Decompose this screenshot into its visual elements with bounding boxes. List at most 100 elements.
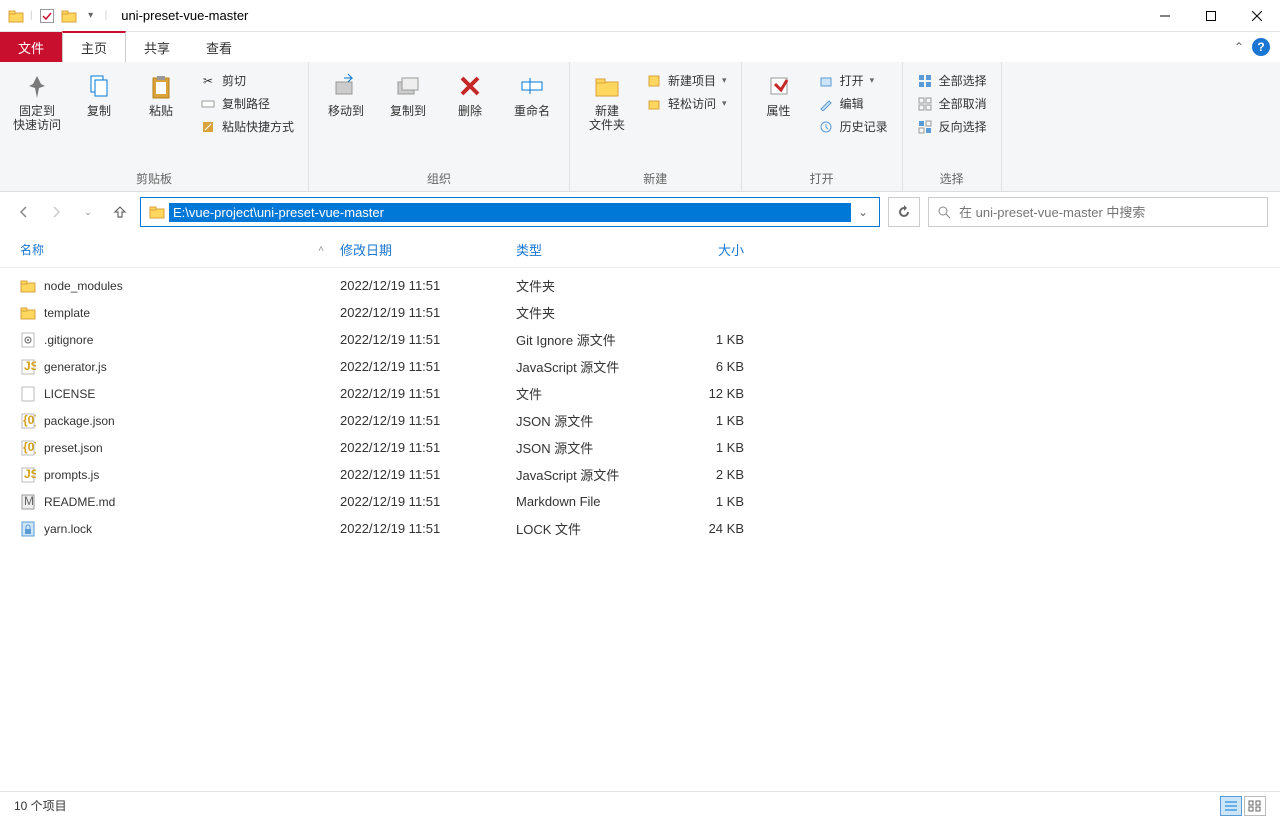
folder-qat-icon <box>8 8 24 24</box>
copy-icon <box>83 70 115 102</box>
copy-path-button[interactable]: 复制路径 <box>194 93 300 114</box>
js-icon: JS <box>20 359 36 375</box>
qat-dropdown-icon[interactable]: ▾ <box>83 8 99 24</box>
invert-button[interactable]: 反向选择 <box>911 116 993 137</box>
list-header: 名称˄ 修改日期 类型 大小 <box>0 232 1280 268</box>
minimize-button[interactable] <box>1142 0 1188 32</box>
addr-dropdown-icon[interactable]: ⌄ <box>851 205 875 219</box>
new-folder-button[interactable]: 新建 文件夹 <box>578 66 636 137</box>
file-row[interactable]: node_modules2022/12/19 11:51文件夹 <box>12 272 1268 299</box>
file-date: 2022/12/19 11:51 <box>332 386 508 401</box>
file-name: template <box>44 306 90 320</box>
folder-qat2-icon[interactable] <box>61 8 77 24</box>
qat-separator: | <box>30 10 33 21</box>
pin-button[interactable]: 固定到 快速访问 <box>8 66 66 137</box>
menu-share[interactable]: 共享 <box>126 32 188 62</box>
file-date: 2022/12/19 11:51 <box>332 494 508 509</box>
file-date: 2022/12/19 11:51 <box>332 332 508 347</box>
paste-shortcut-button[interactable]: 粘贴快捷方式 <box>194 116 300 137</box>
select-all-button[interactable]: 全部选择 <box>911 70 993 91</box>
paste-button[interactable]: 粘贴 <box>132 66 190 122</box>
select-none-icon <box>917 96 933 112</box>
col-name[interactable]: 名称˄ <box>12 241 332 258</box>
back-button[interactable] <box>12 200 36 224</box>
close-button[interactable] <box>1234 0 1280 32</box>
col-type[interactable]: 类型 <box>508 240 656 259</box>
group-clipboard: 固定到 快速访问 复制 粘贴 ✂剪切 复制路径 粘贴快捷方式 剪贴板 <box>0 62 309 191</box>
col-date[interactable]: 修改日期 <box>332 240 508 259</box>
maximize-button[interactable] <box>1188 0 1234 32</box>
file-date: 2022/12/19 11:51 <box>332 413 508 428</box>
rename-button[interactable]: 重命名 <box>503 66 561 122</box>
file-size: 1 KB <box>656 332 752 347</box>
moveto-button[interactable]: 移动到 <box>317 66 375 122</box>
file-type: LOCK 文件 <box>508 519 656 538</box>
file-name: yarn.lock <box>44 522 92 536</box>
file-name: .gitignore <box>44 333 93 347</box>
file-name: prompts.js <box>44 468 99 482</box>
forward-button[interactable] <box>44 200 68 224</box>
file-date: 2022/12/19 11:51 <box>332 467 508 482</box>
refresh-button[interactable] <box>888 197 920 227</box>
help-icon[interactable]: ? <box>1252 38 1270 56</box>
group-select: 全部选择 全部取消 反向选择 选择 <box>903 62 1002 191</box>
file-row[interactable]: .gitignore2022/12/19 11:51Git Ignore 源文件… <box>12 326 1268 353</box>
status-text: 10 个项目 <box>14 797 67 814</box>
cut-button[interactable]: ✂剪切 <box>194 70 300 91</box>
select-all-icon <box>917 73 933 89</box>
select-none-button[interactable]: 全部取消 <box>911 93 993 114</box>
search-box[interactable] <box>928 197 1268 227</box>
edit-icon <box>818 96 834 112</box>
group-label-organize: 组织 <box>317 168 561 189</box>
folder-icon <box>20 305 36 321</box>
new-item-icon <box>646 73 662 89</box>
file-row[interactable]: {0}preset.json2022/12/19 11:51JSON 源文件1 … <box>12 434 1268 461</box>
menu-home[interactable]: 主页 <box>62 31 126 62</box>
md-icon: M <box>20 494 36 510</box>
address-input[interactable] <box>169 203 851 222</box>
file-row[interactable]: {0}package.json2022/12/19 11:51JSON 源文件1… <box>12 407 1268 434</box>
file-type: Markdown File <box>508 494 656 509</box>
delete-button[interactable]: 删除 <box>441 66 499 122</box>
file-size: 2 KB <box>656 467 752 482</box>
address-input-wrap[interactable]: ⌄ <box>140 197 880 227</box>
file-name: README.md <box>44 495 115 509</box>
copyto-icon <box>392 70 424 102</box>
history-icon <box>818 119 834 135</box>
edit-button[interactable]: 编辑 <box>812 93 894 114</box>
checkbox-qat-icon[interactable] <box>39 8 55 24</box>
easy-access-button[interactable]: 轻松访问 ▾ <box>640 93 733 114</box>
new-item-button[interactable]: 新建项目 ▾ <box>640 70 733 91</box>
menu-view[interactable]: 查看 <box>188 32 250 62</box>
properties-icon <box>763 70 795 102</box>
ribbon-collapse-icon[interactable]: ⌃ <box>1234 40 1244 54</box>
file-row[interactable]: LICENSE2022/12/19 11:51文件12 KB <box>12 380 1268 407</box>
up-button[interactable] <box>108 200 132 224</box>
folder-icon <box>20 278 36 294</box>
open-button[interactable]: 打开 ▾ <box>812 70 894 91</box>
file-row[interactable]: JSgenerator.js2022/12/19 11:51JavaScript… <box>12 353 1268 380</box>
window-title: uni-preset-vue-master <box>121 8 248 23</box>
history-button[interactable]: 历史记录 <box>812 116 894 137</box>
group-label-select: 选择 <box>911 168 993 189</box>
file-type: JSON 源文件 <box>508 411 656 430</box>
view-details-button[interactable] <box>1220 796 1242 816</box>
copy-button[interactable]: 复制 <box>70 66 128 122</box>
file-type: 文件夹 <box>508 276 656 295</box>
file-row[interactable]: JSprompts.js2022/12/19 11:51JavaScript 源… <box>12 461 1268 488</box>
view-icons-button[interactable] <box>1244 796 1266 816</box>
file-row[interactable]: template2022/12/19 11:51文件夹 <box>12 299 1268 326</box>
col-size[interactable]: 大小 <box>656 240 752 259</box>
file-date: 2022/12/19 11:51 <box>332 359 508 374</box>
file-list: node_modules2022/12/19 11:51文件夹template2… <box>0 268 1280 791</box>
file-row[interactable]: MREADME.md2022/12/19 11:51Markdown File1… <box>12 488 1268 515</box>
file-row[interactable]: yarn.lock2022/12/19 11:51LOCK 文件24 KB <box>12 515 1268 542</box>
status-bar: 10 个项目 <box>0 791 1280 819</box>
copyto-button[interactable]: 复制到 <box>379 66 437 122</box>
menu-file[interactable]: 文件 <box>0 32 62 62</box>
search-input[interactable] <box>959 205 1259 220</box>
group-organize: 移动到 复制到 删除 重命名 组织 <box>309 62 570 191</box>
recent-button[interactable]: ⌄ <box>76 200 100 224</box>
file-type: 文件夹 <box>508 303 656 322</box>
properties-button[interactable]: 属性 <box>750 66 808 122</box>
